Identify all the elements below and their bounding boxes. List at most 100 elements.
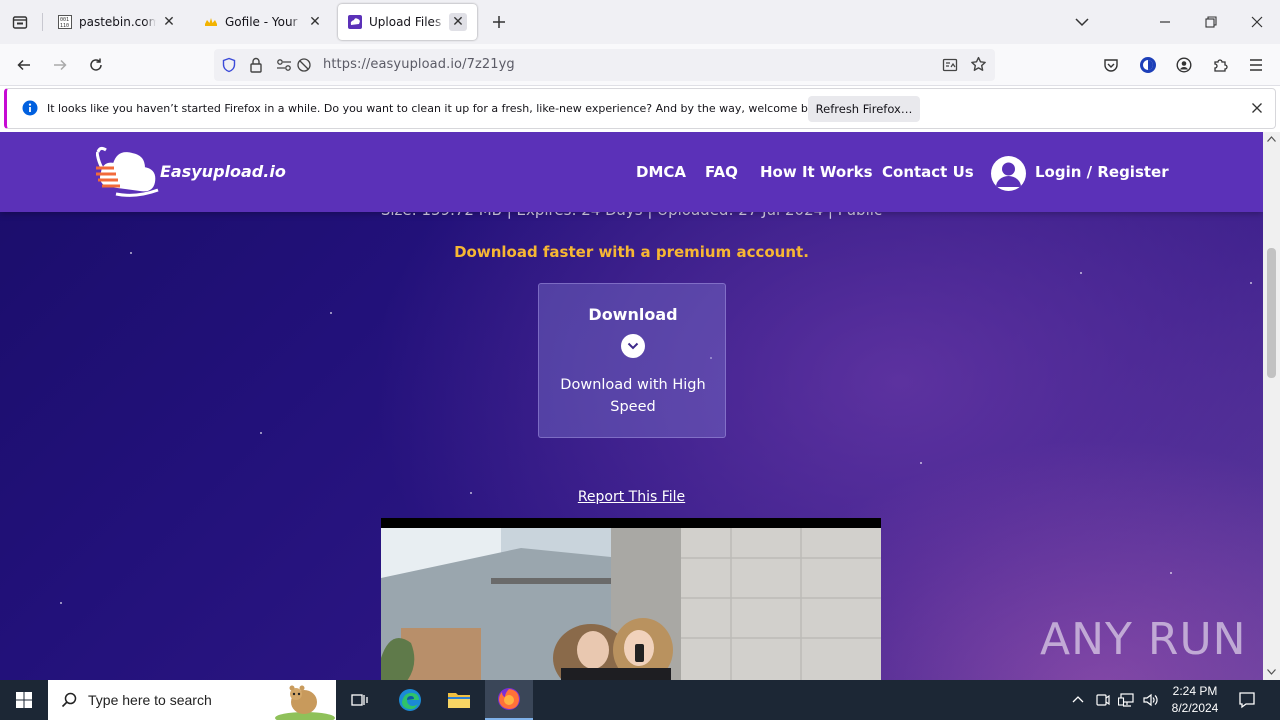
search-icon (61, 692, 77, 708)
scroll-up-icon[interactable] (1267, 136, 1276, 142)
login-register-link[interactable]: Login / Register (1035, 163, 1169, 181)
edge-taskbar-button[interactable] (386, 680, 434, 720)
star (60, 602, 62, 604)
taskbar-search-box[interactable]: Type here to search (48, 680, 336, 720)
extension-button[interactable] (1132, 49, 1164, 81)
download-subtitle: Download with High Speed (560, 377, 706, 415)
nav-link-contact-us[interactable]: Contact Us (882, 163, 974, 181)
notification-bar: It looks like you haven’t started Firefo… (4, 88, 1276, 129)
tab-separator (42, 13, 43, 31)
close-tab-icon[interactable]: ✕ (160, 13, 178, 31)
forward-button[interactable] (44, 49, 76, 81)
ad-video[interactable] (381, 518, 881, 680)
star (330, 312, 332, 314)
tab-pastebin[interactable]: 001110 pastebin.com/raw/ ✕ (48, 4, 188, 40)
edge-icon (399, 689, 421, 711)
reload-icon (90, 58, 102, 71)
scrollbar-thumb[interactable] (1267, 248, 1276, 378)
pocket-button[interactable] (1095, 49, 1127, 81)
video-frame-image (381, 518, 881, 680)
puzzle-icon (1214, 59, 1228, 72)
close-tab-icon[interactable]: ✕ (449, 13, 467, 31)
pastebin-favicon-icon: 001110 (58, 15, 72, 29)
task-view-icon (351, 694, 368, 706)
pocket-icon (1104, 59, 1118, 72)
refresh-firefox-button[interactable]: Refresh Firefox… (808, 96, 920, 122)
new-tab-button[interactable] (483, 6, 515, 38)
easyupload-logo-icon[interactable] (96, 146, 160, 200)
plus-icon (493, 16, 505, 28)
volume-icon[interactable] (1142, 692, 1160, 708)
minimize-icon (1160, 21, 1170, 23)
nav-link-faq[interactable]: FAQ (705, 163, 738, 181)
url-bar[interactable]: https://easyupload.io/7z21yg (214, 49, 995, 81)
system-clock[interactable]: 2:24 PM 8/2/2024 (1166, 683, 1224, 717)
premium-promo-link[interactable]: Download faster with a premium account. (0, 243, 1263, 261)
hamburger-menu-icon (1250, 59, 1262, 71)
permissions-icon[interactable] (276, 58, 292, 72)
star (1080, 272, 1082, 274)
dark-mode-icon (1140, 57, 1156, 73)
lock-icon[interactable] (249, 57, 263, 73)
scroll-down-icon[interactable] (1267, 669, 1276, 675)
page-scrollbar[interactable] (1263, 132, 1280, 680)
tab-bar: 001110 pastebin.com/raw/ ✕ Gofile - Your… (0, 0, 1280, 44)
windows-taskbar: Type here to search 2:24 PM 8/2/2024 (0, 680, 1280, 720)
clock-date: 8/2/2024 (1171, 701, 1219, 715)
chevron-down-icon (1075, 18, 1089, 27)
task-view-button[interactable] (336, 680, 384, 720)
search-highlight-illustration-icon (275, 685, 335, 720)
clock-time: 2:24 PM (1172, 684, 1218, 698)
restore-icon (1205, 16, 1217, 28)
file-explorer-taskbar-button[interactable] (435, 680, 483, 720)
tab-gofile[interactable]: Gofile - Your all-in-one ✕ (194, 4, 334, 40)
logo-text[interactable]: Easyupload.io (160, 162, 286, 181)
url-text[interactable]: https://easyupload.io/7z21yg (323, 57, 515, 72)
windows-logo-icon (16, 692, 32, 708)
start-button[interactable] (0, 680, 48, 720)
forward-arrow-icon (54, 59, 67, 71)
extensions-button[interactable] (1204, 49, 1236, 81)
restore-button[interactable] (1195, 6, 1227, 38)
nav-link-dmca[interactable]: DMCA (636, 163, 686, 181)
meet-now-icon[interactable] (1095, 692, 1111, 708)
menu-button[interactable] (1240, 49, 1272, 81)
page-content: Size: 159.72 MB | Expires: 24 Days | Upl… (0, 132, 1263, 680)
show-hidden-icons-chevron-icon[interactable] (1072, 694, 1084, 704)
download-button[interactable]: Download Download with High Speed (538, 283, 726, 438)
info-icon (22, 100, 38, 116)
tracking-blocked-icon[interactable] (296, 57, 312, 73)
easyupload-favicon-icon (348, 15, 362, 29)
notification-center-icon[interactable] (1238, 691, 1256, 709)
close-window-button[interactable] (1241, 6, 1273, 38)
reload-button[interactable] (80, 49, 112, 81)
firefox-view-button[interactable] (4, 6, 36, 38)
account-button[interactable] (1168, 49, 1200, 81)
user-avatar-icon[interactable] (991, 156, 1026, 191)
download-title: Download (588, 305, 678, 324)
network-icon[interactable] (1118, 692, 1136, 708)
report-file-link[interactable]: Report This File (0, 489, 1263, 505)
firefox-taskbar-button[interactable] (485, 680, 533, 720)
list-all-tabs-button[interactable] (1066, 6, 1098, 38)
navigation-toolbar: https://easyupload.io/7z21yg (0, 44, 1280, 86)
firefox-icon (498, 688, 520, 710)
close-tab-icon[interactable]: ✕ (306, 13, 324, 31)
nav-link-how-it-works[interactable]: How It Works (760, 163, 873, 181)
tab-title: Upload Files | Free File (369, 15, 445, 29)
anyrun-watermark: ANY RUN (1040, 614, 1247, 665)
chevron-down-icon (621, 334, 645, 358)
star (260, 432, 262, 434)
tab-easyupload[interactable]: Upload Files | Free File ✕ (338, 4, 477, 40)
star (1170, 572, 1172, 574)
back-button[interactable] (8, 49, 40, 81)
close-notification-icon[interactable] (1251, 102, 1263, 114)
minimize-button[interactable] (1149, 6, 1181, 38)
bookmark-star-icon[interactable] (970, 56, 987, 73)
star (1250, 282, 1252, 284)
tracking-protection-shield-icon[interactable] (221, 57, 237, 73)
folder-icon (448, 693, 470, 708)
notification-message: It looks like you haven’t started Firefo… (47, 102, 832, 115)
reader-view-icon[interactable] (942, 57, 958, 73)
account-icon (1176, 57, 1192, 73)
